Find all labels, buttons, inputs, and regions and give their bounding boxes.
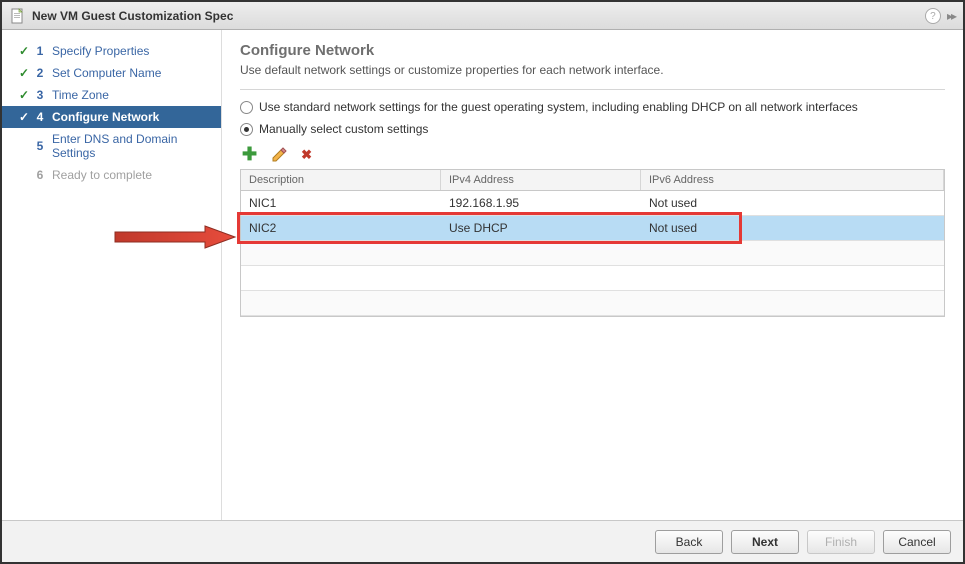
check-icon: ✓ bbox=[16, 44, 32, 58]
page-subtitle: Use default network settings or customiz… bbox=[240, 63, 945, 77]
nic-table: Description IPv4 Address IPv6 Address NI… bbox=[240, 169, 945, 317]
empty-row bbox=[241, 291, 944, 316]
cancel-button[interactable]: Cancel bbox=[883, 530, 951, 554]
check-icon: ✓ bbox=[16, 66, 32, 80]
edit-icon[interactable] bbox=[271, 147, 287, 163]
divider bbox=[240, 89, 945, 90]
step-enter-dns[interactable]: ✓ 5 Enter DNS and DomainSettings bbox=[2, 128, 221, 164]
nic-table-header: Description IPv4 Address IPv6 Address bbox=[241, 170, 944, 191]
help-icon[interactable]: ? bbox=[925, 8, 941, 24]
nic-row[interactable]: NIC1 192.168.1.95 Not used bbox=[241, 191, 944, 216]
document-icon bbox=[10, 8, 26, 24]
empty-row bbox=[241, 241, 944, 266]
delete-icon[interactable]: ✖ bbox=[301, 147, 312, 163]
check-icon: ✓ bbox=[16, 110, 32, 124]
step-time-zone[interactable]: ✓ 3 Time Zone bbox=[2, 84, 221, 106]
header-ipv4[interactable]: IPv4 Address bbox=[441, 170, 641, 190]
step-configure-network[interactable]: ✓ 4 Configure Network bbox=[2, 106, 221, 128]
title-bar-right: ? ▸▸ bbox=[925, 8, 955, 24]
page-heading: Configure Network bbox=[240, 42, 945, 59]
wizard-window: New VM Guest Customization Spec ? ▸▸ ✓ 1… bbox=[0, 0, 965, 564]
main-panel: Configure Network Use default network se… bbox=[222, 30, 963, 520]
add-icon[interactable]: ✚ bbox=[242, 144, 257, 165]
step-specify-properties[interactable]: ✓ 1 Specify Properties bbox=[2, 40, 221, 62]
back-button[interactable]: Back bbox=[655, 530, 723, 554]
radio-manual-settings[interactable]: Manually select custom settings bbox=[240, 122, 945, 136]
empty-row bbox=[241, 266, 944, 291]
body: ✓ 1 Specify Properties ✓ 2 Set Computer … bbox=[2, 30, 963, 520]
step-ready-to-complete: ✓ 6 Ready to complete bbox=[2, 164, 221, 186]
step-set-computer-name[interactable]: ✓ 2 Set Computer Name bbox=[2, 62, 221, 84]
next-button[interactable]: Next bbox=[731, 530, 799, 554]
header-ipv6[interactable]: IPv6 Address bbox=[641, 170, 944, 190]
check-icon: ✓ bbox=[16, 88, 32, 102]
window-title: New VM Guest Customization Spec bbox=[32, 9, 233, 23]
radio-standard-input[interactable] bbox=[240, 101, 253, 114]
wizard-sidebar: ✓ 1 Specify Properties ✓ 2 Set Computer … bbox=[2, 30, 222, 520]
expand-icon[interactable]: ▸▸ bbox=[947, 9, 955, 23]
header-description[interactable]: Description bbox=[241, 170, 441, 190]
nic-row-selected[interactable]: NIC2 Use DHCP Not used bbox=[241, 216, 944, 241]
radio-standard-settings[interactable]: Use standard network settings for the gu… bbox=[240, 100, 945, 114]
finish-button: Finish bbox=[807, 530, 875, 554]
radio-manual-input[interactable] bbox=[240, 123, 253, 136]
title-bar: New VM Guest Customization Spec ? ▸▸ bbox=[2, 2, 963, 30]
wizard-footer: Back Next Finish Cancel bbox=[2, 520, 963, 562]
nic-toolbar: ✚ ✖ bbox=[240, 144, 945, 165]
